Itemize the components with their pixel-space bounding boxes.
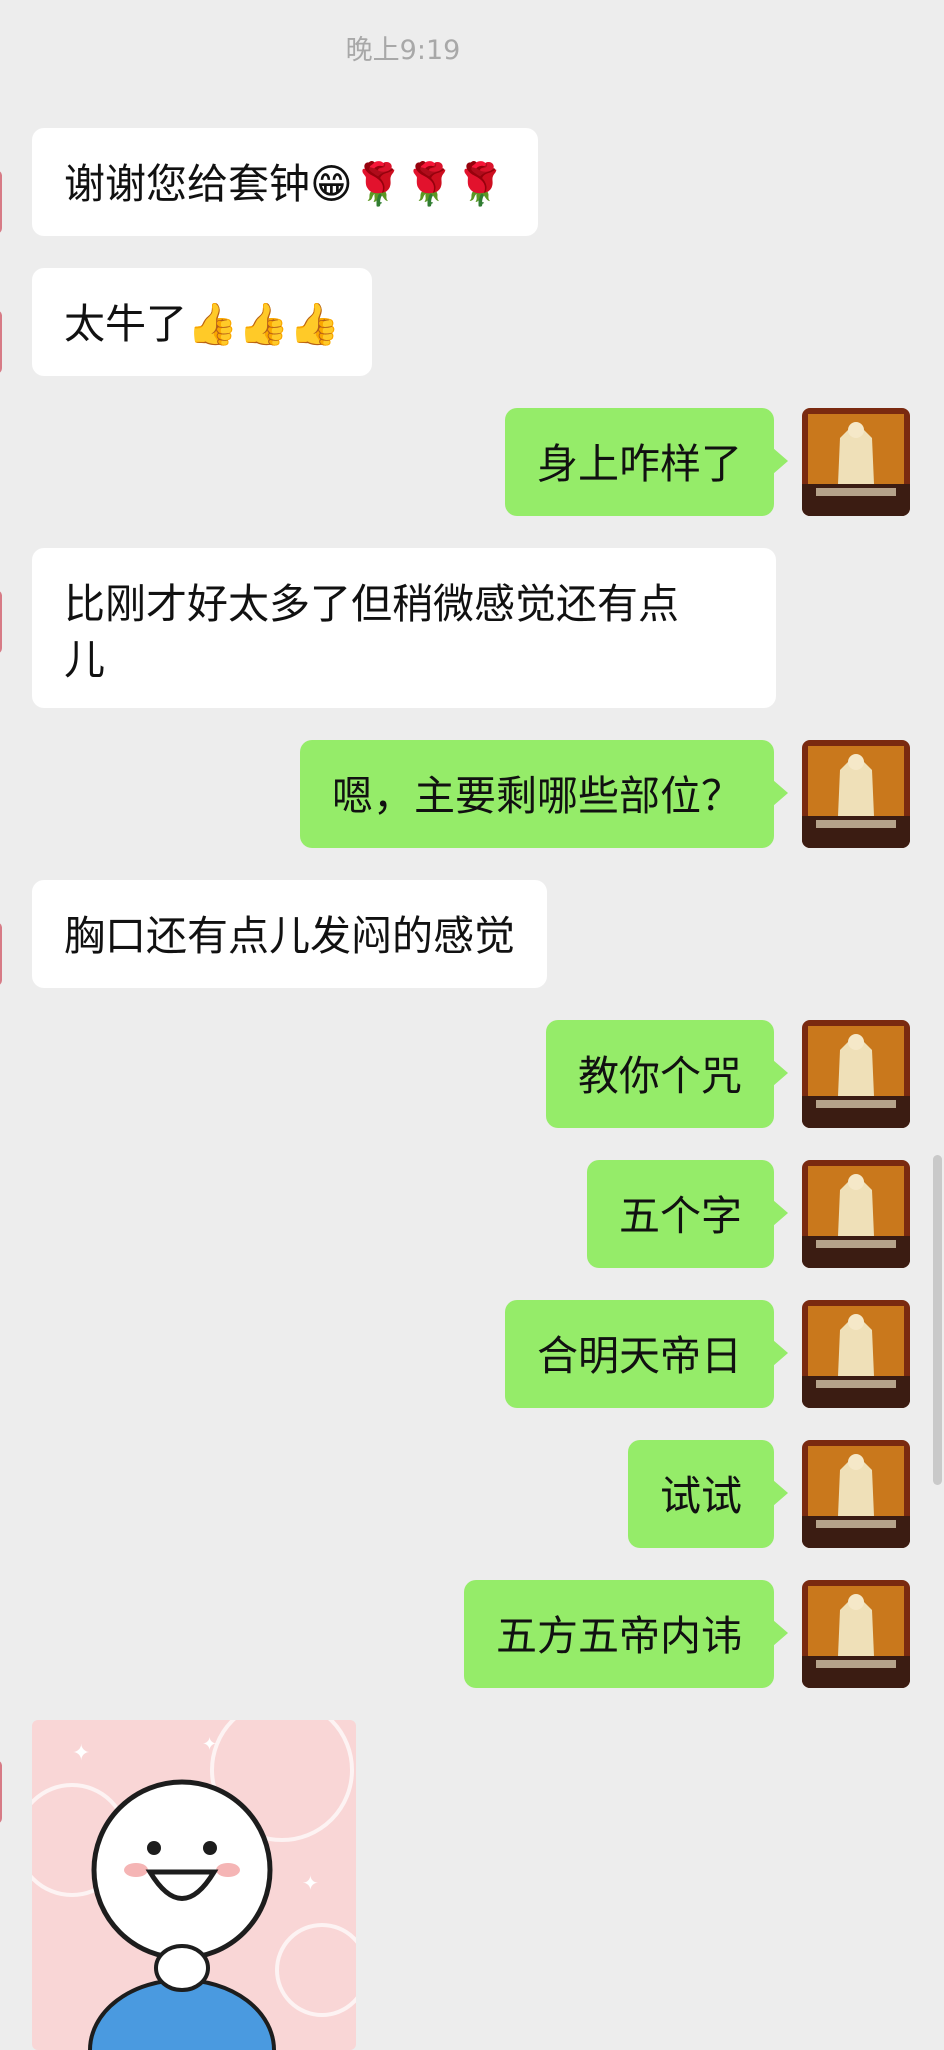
message-bubble-outgoing[interactable]: 嗯，主要剩哪些部位？ <box>300 740 788 848</box>
scrollbar[interactable] <box>933 1155 942 1485</box>
message-row: 比刚才好太多了但稍微感觉还有点 儿 <box>0 548 944 708</box>
svg-text:✦: ✦ <box>72 1741 90 1766</box>
self-avatar[interactable] <box>802 1020 910 1128</box>
message-row: 五个字 <box>0 1160 944 1268</box>
message-bubble-incoming[interactable]: 胸口还有点儿发闷的感觉 <box>32 880 547 988</box>
message-row: 五方五帝内讳 <box>0 1580 944 1688</box>
message-bubble-outgoing[interactable]: 合明天帝日 <box>505 1300 788 1408</box>
svg-text:✦: ✦ <box>302 1871 319 1895</box>
self-avatar[interactable] <box>802 408 910 516</box>
self-avatar[interactable] <box>802 1580 910 1688</box>
svg-text:✦: ✦ <box>202 1734 217 1755</box>
timestamp: 晚上9:19 <box>345 35 461 66</box>
message-bubble-outgoing[interactable]: 五个字 <box>587 1160 788 1268</box>
message-row: 嗯，主要剩哪些部位？ <box>0 740 944 848</box>
message-bubble-outgoing[interactable]: 教你个咒 <box>546 1020 788 1128</box>
contact-avatar-edge[interactable] <box>0 1760 2 1824</box>
message-bubble-incoming[interactable]: 太牛了👍👍👍 <box>32 268 373 376</box>
contact-avatar-edge[interactable] <box>0 310 2 374</box>
contact-avatar-edge[interactable] <box>0 922 2 986</box>
message-row: 教你个咒 <box>0 1020 944 1128</box>
self-avatar[interactable] <box>802 740 910 848</box>
message-row: 试试 <box>0 1440 944 1548</box>
message-bubble-outgoing[interactable]: 身上咋样了 <box>505 408 788 516</box>
self-avatar[interactable] <box>802 1440 910 1548</box>
message-row: 谢谢您给套钟😁🌹🌹🌹 <box>0 128 944 236</box>
message-row: 太牛了👍👍👍 <box>0 268 944 376</box>
self-avatar[interactable] <box>802 1160 910 1268</box>
message-bubble-incoming[interactable]: 谢谢您给套钟😁🌹🌹🌹 <box>32 128 538 236</box>
self-avatar[interactable] <box>802 1300 910 1408</box>
message-row: 身上咋样了 <box>0 408 944 516</box>
message-bubble-outgoing[interactable]: 五方五帝内讳 <box>464 1580 788 1688</box>
contact-avatar-edge[interactable] <box>0 170 2 234</box>
message-bubble-outgoing[interactable]: 试试 <box>628 1440 788 1548</box>
contact-avatar-edge[interactable] <box>0 590 2 654</box>
message-row: 胸口还有点儿发闷的感觉 <box>0 880 944 988</box>
message-row: 合明天帝日 <box>0 1300 944 1408</box>
smiling-cartoon-sticker[interactable]: ✦ ✦ ✦ <box>32 1720 356 2050</box>
message-bubble-incoming[interactable]: 比刚才好太多了但稍微感觉还有点 儿 <box>32 548 776 708</box>
